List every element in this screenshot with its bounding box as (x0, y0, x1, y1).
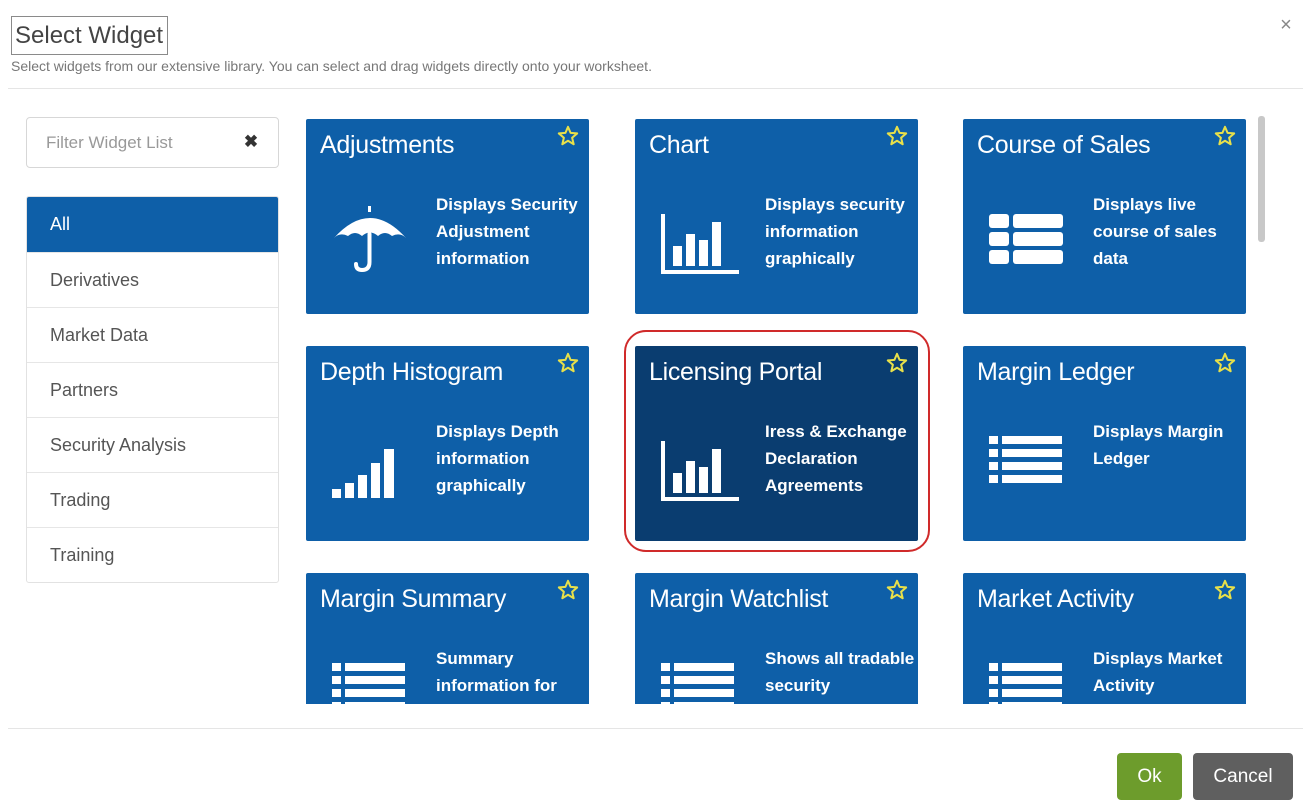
widget-tile-margin-summary[interactable]: Margin Summary Summary information for (306, 573, 589, 704)
widget-title: Market Activity (977, 585, 1134, 613)
widget-description: Iress & Exchange Declaration Agreements (765, 422, 907, 495)
list-icon (989, 663, 1062, 704)
favorite-star-icon[interactable] (557, 125, 579, 147)
category-market-data[interactable]: Market Data (27, 307, 278, 362)
signal-bars-icon (332, 449, 394, 498)
category-training[interactable]: Training (27, 527, 278, 582)
widget-title: Depth Histogram (320, 358, 504, 386)
widget-description: Displays live course of sales data (1093, 195, 1217, 268)
favorite-star-icon[interactable] (1214, 579, 1236, 601)
widget-title: Margin Summary (320, 585, 507, 613)
widget-tile-adjustments[interactable]: Adjustments Displays Security Adjustment… (306, 119, 589, 314)
list-icon (989, 436, 1062, 483)
widget-tile-chart[interactable]: Chart Displays security information grap… (635, 119, 918, 314)
category-list: All Derivatives Market Data Partners Sec… (26, 196, 279, 583)
widget-grid-scrollbar[interactable] (1258, 116, 1265, 242)
dialog-title: Select Widget (11, 16, 169, 55)
footer-divider (8, 728, 1303, 729)
widget-description: Displays Depth information graphically (436, 422, 559, 495)
favorite-star-icon[interactable] (886, 125, 908, 147)
umbrella-icon (334, 206, 406, 273)
widget-title: Margin Ledger (977, 358, 1135, 386)
list-icon (332, 663, 405, 704)
widget-title: Margin Watchlist (649, 585, 829, 613)
stacked-list-icon (989, 214, 1063, 264)
category-derivatives[interactable]: Derivatives (27, 252, 278, 307)
cancel-button[interactable]: Cancel (1193, 753, 1293, 800)
widget-description: Displays Margin Ledger (1093, 422, 1224, 468)
widget-title: Chart (649, 131, 709, 159)
favorite-star-icon[interactable] (886, 352, 908, 374)
bar-chart-icon (661, 214, 739, 274)
favorite-star-icon[interactable] (557, 579, 579, 601)
ok-button[interactable]: Ok (1117, 753, 1182, 800)
favorite-star-icon[interactable] (557, 352, 579, 374)
widget-title: Licensing Portal (649, 358, 823, 386)
select-widget-dialog: Select Widget Select widgets from our ex… (0, 0, 1311, 800)
favorite-star-icon[interactable] (1214, 352, 1236, 374)
widget-grid: Adjustments Displays Security Adjustment… (296, 100, 1271, 704)
widget-description: Shows all tradable security (765, 649, 915, 695)
widget-description: Displays security information graphicall… (765, 195, 905, 268)
category-security-analysis[interactable]: Security Analysis (27, 417, 278, 472)
widget-tile-licensing-portal[interactable]: Licensing Portal Iress & Exchange Declar… (635, 346, 918, 541)
widget-tile-market-activity[interactable]: Market Activity Displays Market Activity (963, 573, 1246, 704)
widget-description: Displays Security Adjustment information (436, 195, 578, 268)
favorite-star-icon[interactable] (886, 579, 908, 601)
list-icon (661, 663, 734, 704)
widget-tile-margin-ledger[interactable]: Margin Ledger Displays Margin Ledger (963, 346, 1246, 541)
filter-widget-box: ✖ (26, 117, 279, 168)
dialog-subtitle: Select widgets from our extensive librar… (11, 58, 652, 74)
clear-filter-icon[interactable]: ✖ (242, 131, 260, 153)
widget-tile-margin-watchlist[interactable]: Margin Watchlist Shows all tradable secu… (635, 573, 918, 704)
close-icon[interactable]: × (1275, 14, 1297, 36)
favorite-star-icon[interactable] (1214, 125, 1236, 147)
category-all[interactable]: All (27, 197, 278, 252)
widget-description: Summary information for (436, 649, 557, 695)
category-trading[interactable]: Trading (27, 472, 278, 527)
widget-title: Adjustments (320, 131, 455, 159)
category-partners[interactable]: Partners (27, 362, 278, 417)
filter-widget-input[interactable] (27, 118, 237, 167)
widget-title: Course of Sales (977, 131, 1151, 159)
bar-chart-icon (661, 441, 739, 501)
widget-tile-course-of-sales[interactable]: Course of Sales Displays live course of … (963, 119, 1246, 314)
widget-tile-depth-histogram[interactable]: Depth Histogram Displays Depth informati… (306, 346, 589, 541)
widget-description: Displays Market Activity (1093, 649, 1223, 695)
header-divider (8, 88, 1303, 89)
